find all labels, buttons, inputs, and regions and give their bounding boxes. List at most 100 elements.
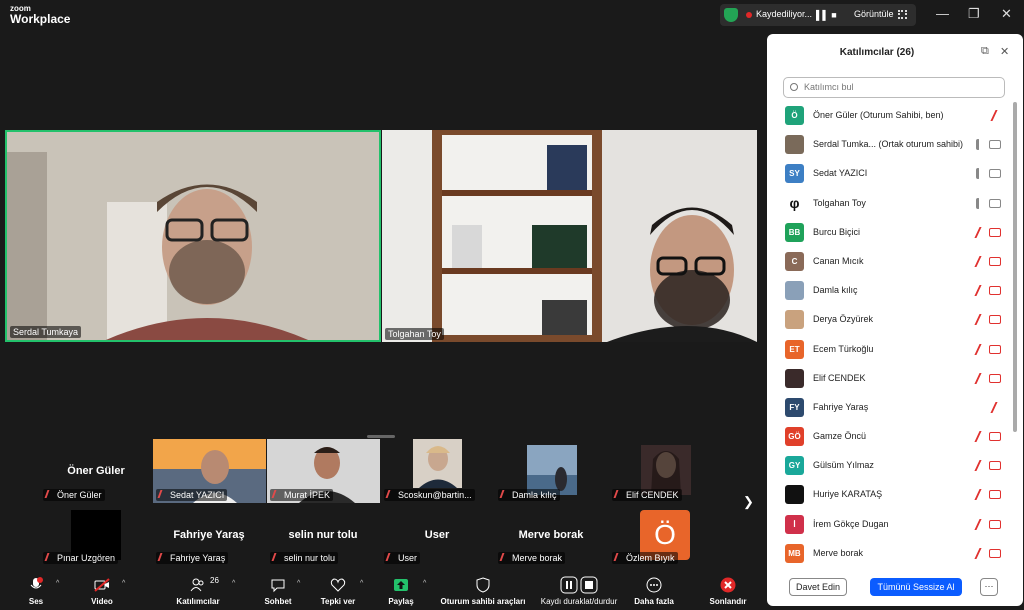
participant-row[interactable]: Huriye KARATAŞ (767, 481, 1013, 510)
camera-off-icon[interactable] (989, 286, 1001, 296)
mute-all-button[interactable]: Tümünü Sessize Al (870, 578, 962, 596)
camera-off-icon[interactable] (989, 344, 1001, 354)
share-button[interactable]: Paylaş (383, 570, 419, 610)
camera-off-icon[interactable] (989, 548, 1001, 558)
participant-row[interactable]: Serdal Tumka... (Ortak oturum sahibi) (767, 131, 1013, 160)
camera-off-icon[interactable] (989, 227, 1001, 237)
participant-row[interactable]: Derya Özyürek (767, 306, 1013, 335)
camera-off-icon[interactable] (989, 315, 1001, 325)
mic-off-icon (613, 490, 624, 498)
thumb-tile[interactable]: Sedat YAZICI (153, 439, 266, 503)
recording-indicator[interactable]: Kaydediliyor... ▌▌ ■ Görüntüle (720, 4, 916, 26)
microphone-icon[interactable] (976, 168, 980, 180)
video-options-caret-icon[interactable]: ^ (122, 580, 125, 587)
thumb-tile[interactable]: Öner Güler Öner Güler (40, 439, 152, 503)
thumb-tile[interactable]: Elif CENDEK (609, 439, 722, 503)
thumb-tile[interactable]: User User (381, 504, 494, 566)
microphone-off-icon[interactable] (974, 518, 984, 530)
maximize-icon[interactable]: ❐ (968, 6, 980, 22)
microphone-off-icon[interactable] (974, 460, 984, 472)
name-tag: Sedat YAZICI (156, 489, 228, 501)
camera-icon[interactable] (989, 140, 1001, 150)
microphone-off-icon[interactable] (974, 372, 984, 384)
camera-off-icon[interactable] (989, 373, 1001, 383)
microphone-icon[interactable] (976, 197, 980, 209)
participant-row[interactable]: Elif CENDEK (767, 365, 1013, 394)
recording-controls[interactable]: ▌▌ ■ (816, 10, 837, 20)
react-button[interactable]: Tepki ver (318, 570, 358, 610)
thumb-tile[interactable]: Merve borak Merve borak (495, 504, 608, 566)
microphone-off-icon[interactable] (974, 431, 984, 443)
camera-off-icon[interactable] (989, 519, 1001, 529)
popout-icon[interactable]: ⧉ (981, 45, 989, 58)
participant-row[interactable]: FY Fahriye Yaraş (767, 394, 1013, 423)
thumb-tile[interactable]: Fahriye Yaraş Fahriye Yaraş (153, 504, 266, 566)
microphone-off-icon[interactable] (974, 547, 984, 559)
resize-handle[interactable] (367, 435, 395, 438)
participant-row[interactable]: C Canan Mıcık (767, 248, 1013, 277)
microphone-off-icon[interactable] (974, 285, 984, 297)
camera-icon[interactable] (989, 198, 1001, 208)
thumb-tile[interactable]: selin nur tolu selin nur tolu (267, 504, 380, 566)
participant-row[interactable]: MB Merve borak (767, 540, 1013, 564)
close-panel-icon[interactable]: ✕ (1000, 45, 1009, 58)
participant-list[interactable]: Ö Öner Güler (Oturum Sahibi, ben) Serdal T… (767, 102, 1013, 564)
grid-icon[interactable] (898, 10, 907, 19)
host-tools-button[interactable]: Oturum sahibi araçları (440, 570, 526, 610)
name-tag: Merve borak (498, 552, 566, 564)
participant-row[interactable]: ET Ecem Türkoğlu (767, 336, 1013, 365)
more-button[interactable]: Daha fazla (634, 570, 674, 610)
camera-off-icon[interactable] (989, 490, 1001, 500)
camera-off-icon[interactable] (989, 461, 1001, 471)
search-icon (790, 83, 798, 91)
video-button[interactable]: Video (84, 570, 120, 610)
microphone-off-icon[interactable] (990, 401, 1000, 413)
participant-row[interactable]: Damla kılıç (767, 277, 1013, 306)
microphone-off-icon[interactable] (974, 314, 984, 326)
thumb-tile[interactable]: Murat İPEK (267, 439, 380, 503)
thumb-tile[interactable]: Ö Özlem Bıyık (609, 504, 722, 566)
more-options-button[interactable]: ··· (980, 578, 998, 596)
end-meeting-button[interactable]: Sonlandır (708, 570, 748, 610)
participants-caret-icon[interactable]: ^ (232, 580, 235, 587)
share-caret-icon[interactable]: ^ (423, 580, 426, 587)
close-icon[interactable]: ✕ (1001, 6, 1012, 22)
participant-search-input[interactable]: Katılımcı bul (783, 77, 1005, 98)
participant-row[interactable]: SY Sedat YAZICI (767, 160, 1013, 189)
participant-row[interactable]: GY Gülsüm Yılmaz (767, 452, 1013, 481)
view-button[interactable]: Görüntüle (854, 9, 894, 19)
chat-caret-icon[interactable]: ^ (297, 580, 300, 587)
participant-row[interactable]: φ Tolgahan Toy (767, 190, 1013, 219)
thumb-tile[interactable]: Damla kılıç (495, 439, 608, 503)
microphone-off-icon[interactable] (974, 489, 984, 501)
mic-off-icon (385, 553, 396, 561)
camera-off-icon[interactable] (989, 432, 1001, 442)
minimize-icon[interactable]: — (936, 6, 949, 21)
thumb-tile[interactable]: Scoskun@bartin... (381, 439, 494, 503)
participant-name: Ecem Türkoğlu (813, 343, 874, 354)
participant-row[interactable]: İ İrem Gökçe Dugan (767, 511, 1013, 540)
audio-options-caret-icon[interactable]: ^ (56, 580, 59, 587)
microphone-off-icon[interactable] (974, 255, 984, 267)
audio-button[interactable]: Ses (18, 570, 54, 610)
microphone-icon[interactable] (976, 139, 980, 151)
invite-button[interactable]: Davet Edin (789, 578, 847, 596)
share-label: Paylaş (388, 597, 414, 606)
recording-pause-stop-button[interactable]: Kaydı duraklat/durdur (534, 570, 624, 610)
participant-row[interactable]: GÖ Gamze Öncü (767, 423, 1013, 452)
microphone-off-icon[interactable] (990, 110, 1000, 121)
participants-button[interactable]: 26 Katılımcılar (176, 570, 219, 610)
video-tile-tolgahan[interactable]: Tolgahan Toy (382, 130, 757, 342)
thumb-tile[interactable]: Pınar Uzgören (40, 504, 152, 566)
participant-row[interactable]: Ö Öner Güler (Oturum Sahibi, ben) (767, 102, 1013, 131)
microphone-off-icon[interactable] (974, 226, 984, 238)
microphone-off-icon[interactable] (974, 343, 984, 355)
next-page-arrow-icon[interactable]: ❯ (743, 494, 754, 510)
camera-off-icon[interactable] (989, 256, 1001, 266)
camera-icon[interactable] (989, 169, 1001, 179)
scrollbar[interactable] (1013, 102, 1017, 432)
react-caret-icon[interactable]: ^ (360, 580, 363, 587)
chat-button[interactable]: Sohbet (260, 570, 296, 610)
participant-row[interactable]: BB Burcu Biçici (767, 219, 1013, 248)
video-tile-serdal[interactable]: Serdal Tumkaya (5, 130, 381, 342)
